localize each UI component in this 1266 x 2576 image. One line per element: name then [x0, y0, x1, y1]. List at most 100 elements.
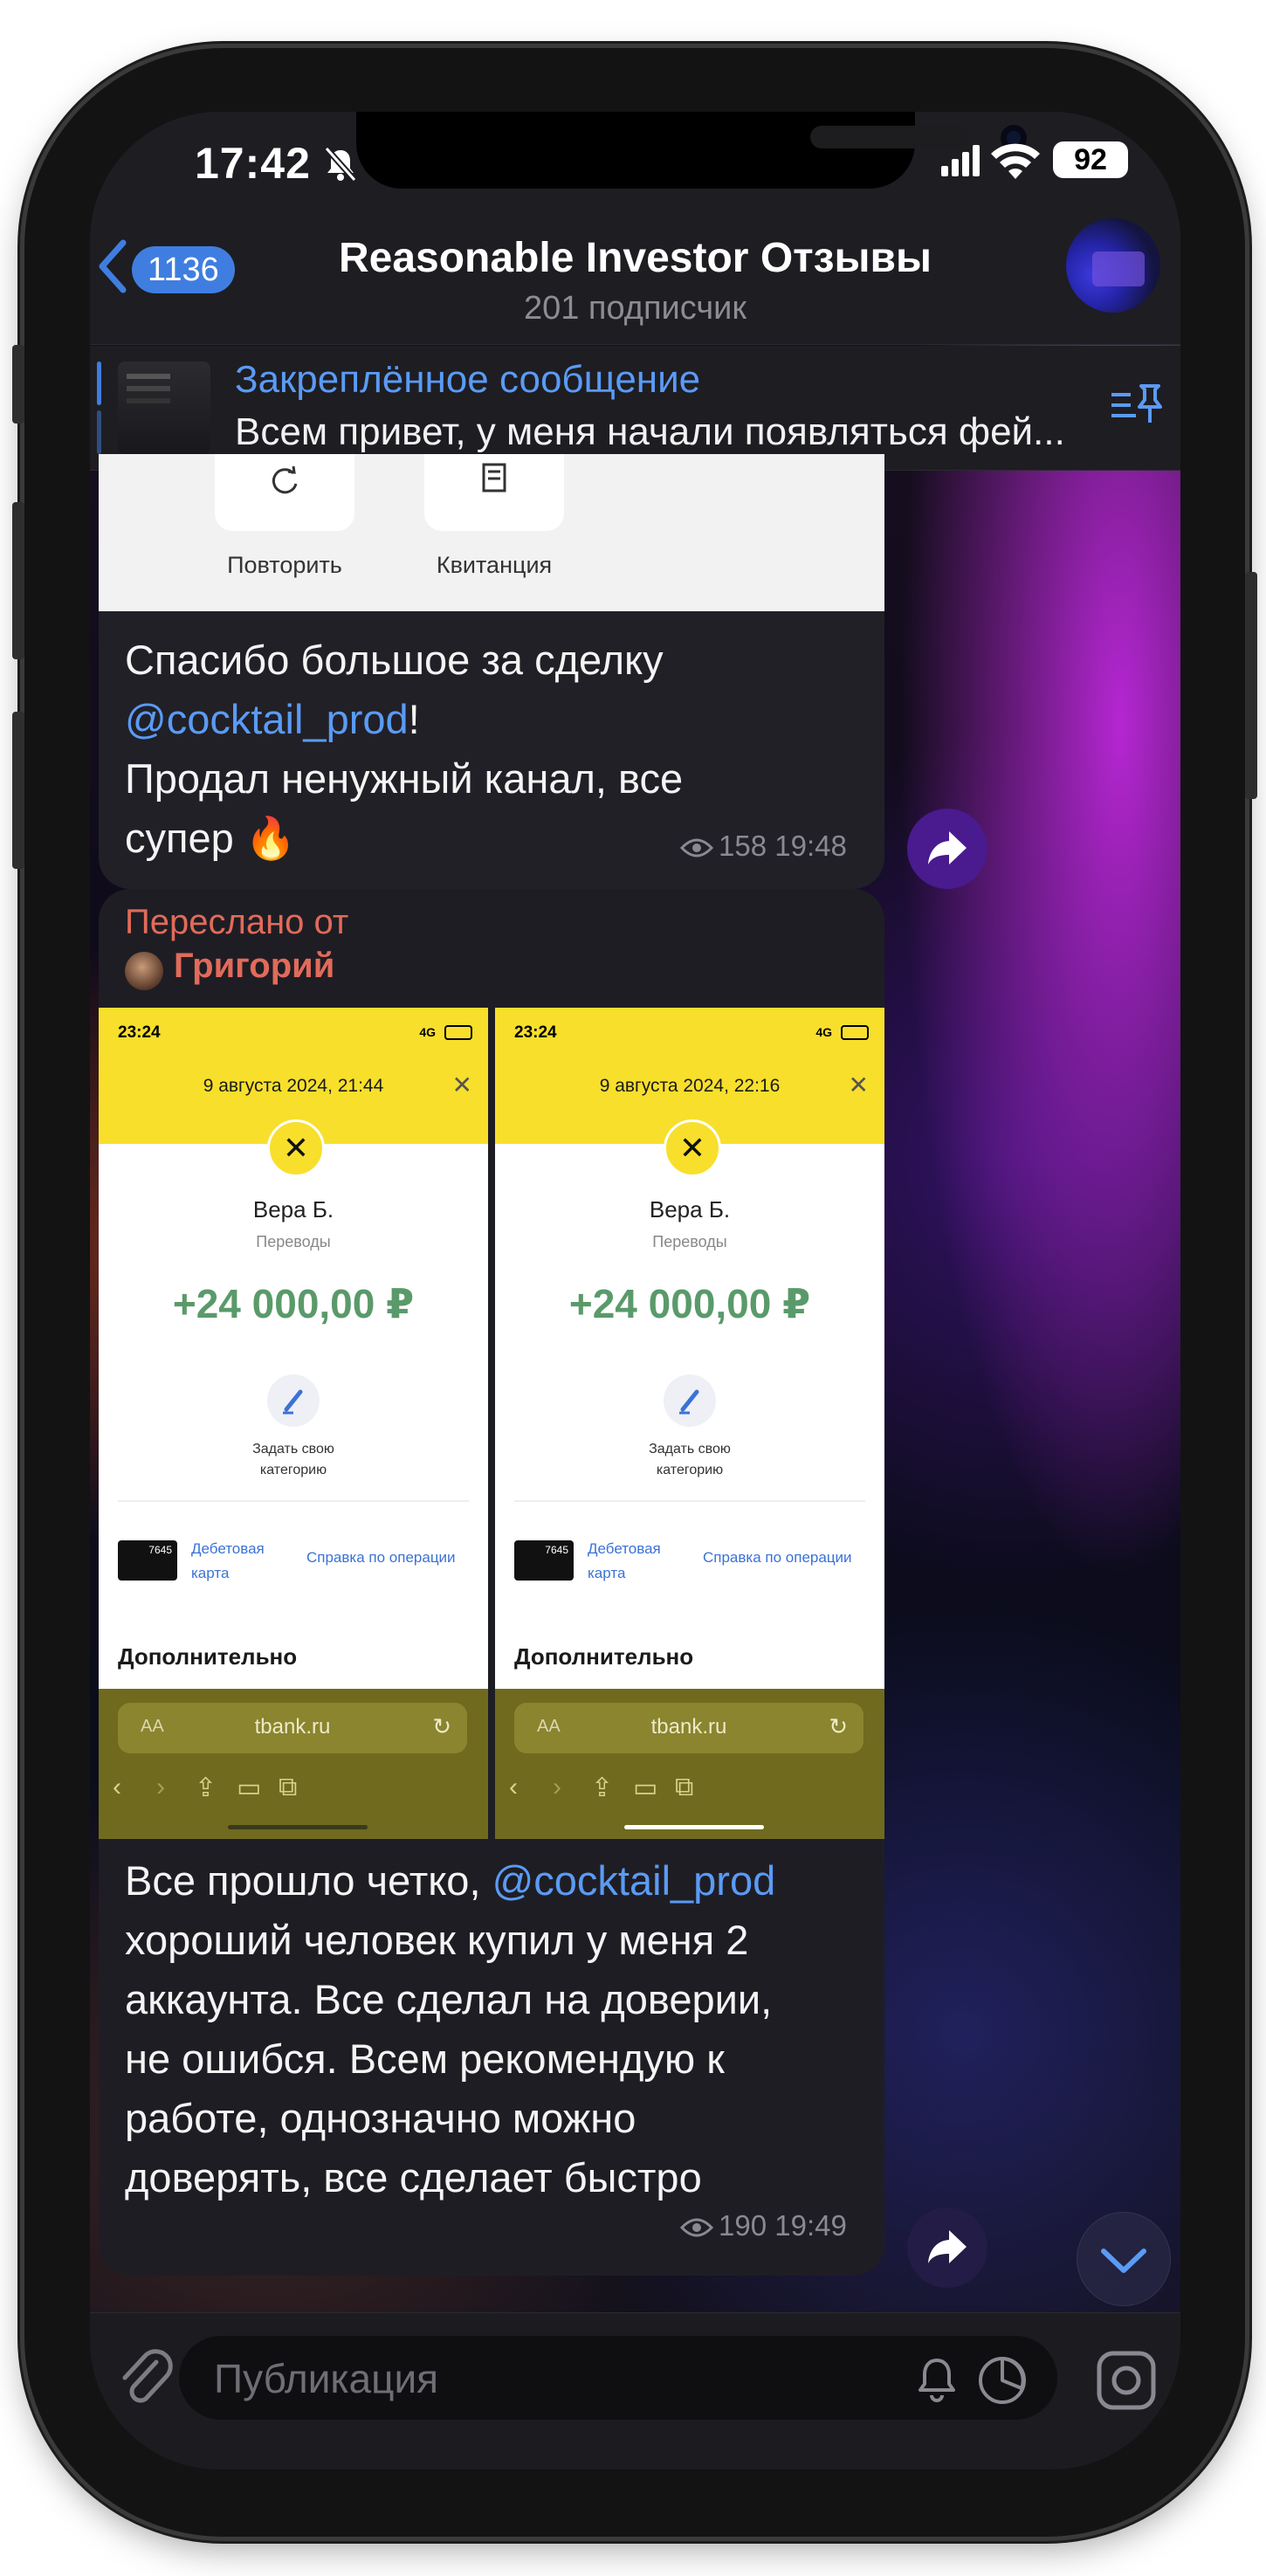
- message-time: 19:48: [774, 830, 847, 862]
- divider: [118, 1500, 469, 1502]
- phone-volume-up: [12, 502, 24, 659]
- home-indicator: [624, 1825, 764, 1829]
- shot-time: 23:24: [514, 1023, 557, 1042]
- forward-icon: ›: [156, 1773, 165, 1801]
- divider: [514, 1500, 865, 1502]
- receipt-label: Квитанция: [436, 552, 553, 578]
- shot-help-link: Справка по операции: [306, 1549, 456, 1566]
- shot-recipient: Вера Б.: [649, 1196, 731, 1223]
- shot-battery-icon: [841, 1025, 869, 1040]
- message-text: Спасибо большое за сделку @cocktail_prod…: [125, 630, 683, 868]
- shot-help-link: Справка по операции: [703, 1549, 852, 1566]
- shot-set-category: Задать свою категорию: [252, 1442, 334, 1477]
- channel-avatar[interactable]: [1066, 218, 1160, 313]
- phone-screen: 17:42 92 1136 Reasonable Investor Отзывы…: [90, 112, 1180, 2469]
- retry-label: Повторить: [227, 552, 342, 578]
- bell-off-icon: [324, 146, 357, 183]
- bookmarks-icon: ▭: [237, 1774, 262, 1802]
- back-icon: ‹: [113, 1773, 121, 1801]
- shot-network: 4G: [815, 1025, 832, 1039]
- sticker-icon[interactable]: [1094, 2348, 1159, 2413]
- shot-extra: Дополнительно: [514, 1643, 694, 1670]
- pinned-indicator: [97, 410, 101, 454]
- shot-amount: +24 000,00 ₽: [172, 1281, 415, 1326]
- shot-card-number: 7645: [514, 1540, 574, 1581]
- browser-bar: AA tbank.ru ↻ ‹ › ⇪ ▭ ⧉: [495, 1689, 884, 1839]
- message-bubble[interactable]: Повторить Квитанция Спасибо большое за с…: [99, 454, 884, 889]
- share-icon: ⇪: [591, 1774, 614, 1802]
- browser-bar: AA tbank.ru ↻ ‹ › ⇪ ▭ ⧉: [99, 1689, 488, 1839]
- message-line: доверять, все сделает быстро: [125, 2154, 702, 2201]
- bell-icon[interactable]: [912, 2355, 961, 2404]
- message-line: супер 🔥: [125, 815, 297, 861]
- shot-card-type: Дебетовая карта: [191, 1540, 265, 1581]
- browser-toolbar: ‹ › ⇪ ▭ ⧉: [99, 1773, 488, 1808]
- signal-icon: [941, 145, 980, 176]
- view-count: 158: [719, 830, 767, 862]
- shot-date: 9 августа 2024, 21:44: [203, 1076, 384, 1096]
- forward-icon: ›: [553, 1773, 561, 1801]
- close-icon: ✕: [848, 1071, 869, 1099]
- retry-action-tile: [215, 454, 354, 531]
- eye-icon: [680, 2218, 713, 2237]
- pinned-indicator: [97, 362, 101, 405]
- message-bubble[interactable]: Переслано от Григорий 23:24 4G 9 августа…: [99, 889, 884, 2276]
- mention-link[interactable]: @cocktail_prod: [492, 1857, 776, 1904]
- shot-extra: Дополнительно: [118, 1643, 298, 1670]
- tabs-icon: ⧉: [279, 1773, 298, 1801]
- message-line: Все прошло четко, @cocktail_prod: [125, 1851, 775, 1911]
- pen-icon: [267, 1374, 320, 1427]
- receipt-action-tile: [424, 454, 564, 531]
- bank-logo-icon: ✕: [664, 1119, 721, 1177]
- forwarded-name[interactable]: Григорий: [174, 947, 334, 986]
- forwarded-avatar[interactable]: [125, 952, 163, 990]
- message-text: Все прошло четко, @cocktail_prod хороший…: [125, 1851, 775, 2208]
- shot-date: 9 августа 2024, 22:16: [599, 1076, 781, 1096]
- wifi-icon: [991, 143, 1040, 179]
- message-line: Спасибо большое за сделку: [125, 637, 664, 683]
- shot-set-category: Задать свою категорию: [649, 1442, 731, 1477]
- screenshot-image[interactable]: 23:24 4G 9 августа 2024, 21:44 ✕ ✕ Вера …: [99, 1008, 488, 1839]
- message-line: Продал ненужный канал, все: [125, 755, 684, 802]
- message-image[interactable]: Повторить Квитанция: [99, 454, 884, 611]
- mention-link[interactable]: @cocktail_prod: [125, 696, 409, 742]
- shot-card-number: 7645: [118, 1540, 177, 1581]
- message-line: @cocktail_prod!: [125, 690, 683, 749]
- phone-power-button: [1245, 572, 1257, 799]
- share-icon: [928, 2230, 967, 2263]
- view-count: 190: [719, 2209, 767, 2242]
- pinned-message-bar[interactable]: Закреплённое сообщение Всем привет, у ме…: [90, 346, 1180, 471]
- battery-indicator: 92: [1053, 141, 1128, 178]
- composer-bar: Публикация: [90, 2312, 1180, 2469]
- eye-icon: [680, 838, 713, 858]
- address-bar: AA tbank.ru ↻: [118, 1703, 467, 1753]
- timer-icon[interactable]: [975, 2353, 1029, 2407]
- receipt-icon: [482, 463, 506, 492]
- home-indicator: [228, 1825, 368, 1829]
- forwarded-label: Переслано от: [125, 903, 349, 941]
- status-time: 17:42: [195, 139, 311, 188]
- channel-title[interactable]: Reasonable Investor Отзывы: [90, 234, 1180, 282]
- channel-subscribers: 201 подписчик: [523, 290, 747, 327]
- pin-list-icon[interactable]: [1110, 381, 1166, 433]
- message-punctuation: !: [408, 696, 420, 742]
- url-text: tbank.ru: [650, 1715, 727, 1739]
- message-meta: 158 19:48: [680, 830, 847, 863]
- share-button[interactable]: [907, 2208, 987, 2288]
- url-text: tbank.ru: [254, 1715, 331, 1739]
- screenshot-image[interactable]: 23:24 4G 9 августа 2024, 22:16 ✕ ✕ Вера …: [495, 1008, 884, 1839]
- share-button[interactable]: [907, 809, 987, 889]
- pen-icon: [664, 1374, 716, 1427]
- bank-logo-icon: ✕: [267, 1119, 325, 1177]
- attach-icon[interactable]: [116, 2345, 177, 2414]
- shot-network: 4G: [419, 1025, 436, 1039]
- notch: [356, 112, 1027, 189]
- chat-header: 1136 Reasonable Investor Отзывы 201 подп…: [90, 199, 1180, 345]
- message-input[interactable]: Публикация: [179, 2336, 1057, 2420]
- pinned-thumbnail: [118, 362, 210, 454]
- scroll-down-button[interactable]: [1077, 2212, 1171, 2306]
- shot-category: Переводы: [256, 1233, 331, 1250]
- chevron-down-icon: [1101, 2249, 1146, 2273]
- shot-recipient: Вера Б.: [252, 1196, 334, 1223]
- message-line: работе, однозначно можно: [125, 2095, 636, 2141]
